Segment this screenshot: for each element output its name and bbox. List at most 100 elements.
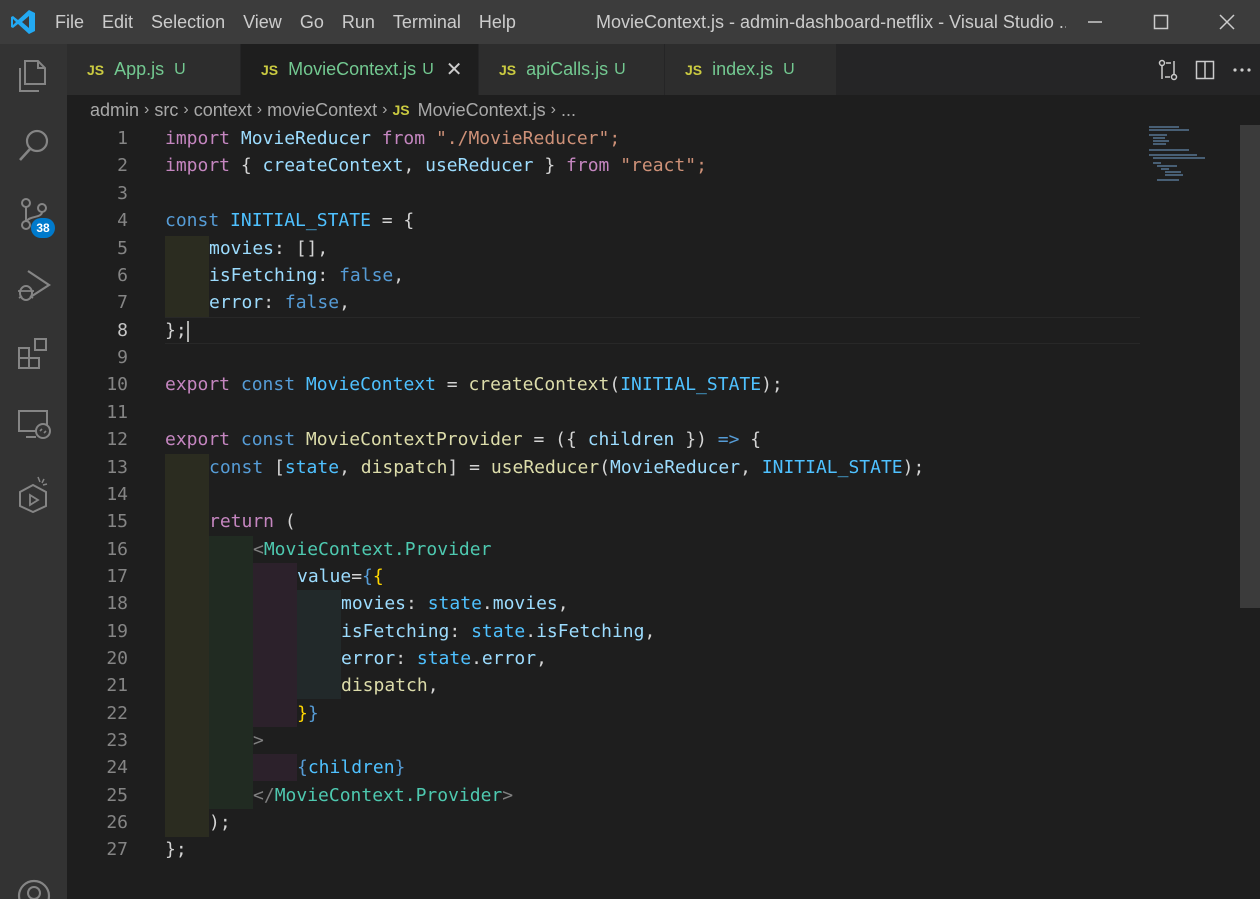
- account-icon: [17, 879, 50, 899]
- open-changes-button[interactable]: [1149, 44, 1186, 95]
- test-button[interactable]: [0, 462, 67, 526]
- extensions-button[interactable]: [0, 322, 67, 386]
- line-number: 12: [106, 429, 128, 450]
- line-number: 20: [106, 648, 128, 669]
- line-number: 26: [106, 812, 128, 833]
- menu-edit[interactable]: Edit: [93, 0, 142, 44]
- js-file-icon: JS: [499, 61, 517, 78]
- menu-run[interactable]: Run: [333, 0, 384, 44]
- chevron-right-icon: ›: [183, 101, 189, 118]
- line-number: 17: [106, 566, 128, 587]
- line-number: 7: [117, 292, 128, 313]
- search-icon: [18, 129, 48, 161]
- source-control-badge: 38: [31, 218, 55, 238]
- remote-explorer-icon: [17, 410, 51, 439]
- close-window-button[interactable]: [1194, 0, 1260, 44]
- minimize-button[interactable]: [1062, 0, 1128, 44]
- code-line: 7 error: false,: [67, 289, 1142, 316]
- menu-bar: File Edit Selection View Go Run Terminal…: [46, 0, 525, 44]
- code-line: 22}}: [67, 700, 1142, 727]
- window-title: MovieContext.js - admin-dashboard-netfli…: [596, 12, 1066, 32]
- line-number: 4: [117, 210, 128, 231]
- untracked-indicator: U: [614, 60, 626, 78]
- chevron-right-icon: ›: [382, 101, 388, 118]
- chevron-right-icon: ›: [144, 101, 150, 118]
- tab-label: index.js: [712, 59, 774, 79]
- breadcrumb-item[interactable]: src: [154, 100, 178, 121]
- code-line: 12 export const MovieContextProvider = ({…: [67, 426, 1142, 453]
- code-line: 18 movies: state.movies,: [67, 590, 1142, 617]
- menu-terminal[interactable]: Terminal: [384, 0, 470, 44]
- js-file-icon: JS: [261, 61, 279, 78]
- untracked-indicator: U: [783, 60, 795, 78]
- text-cursor: [187, 321, 189, 342]
- source-control-button[interactable]: [0, 182, 67, 246]
- code-line-current: 8};: [67, 317, 1142, 344]
- menu-help[interactable]: Help: [470, 0, 525, 44]
- code-editor[interactable]: 1 import MovieReducer from "./MovieReduce…: [67, 125, 1260, 899]
- breadcrumb-item[interactable]: admin: [90, 100, 139, 121]
- line-number: 19: [106, 621, 128, 642]
- menu-selection[interactable]: Selection: [142, 0, 234, 44]
- line-number: 18: [106, 593, 128, 614]
- editor-actions: [1149, 44, 1260, 95]
- menu-go[interactable]: Go: [291, 0, 333, 44]
- js-file-icon: JS: [87, 61, 105, 78]
- split-editor-icon: [1195, 60, 1214, 79]
- line-number: 2: [117, 155, 128, 176]
- line-number: 9: [117, 347, 128, 368]
- account-button[interactable]: [0, 864, 67, 899]
- explorer-icon: [18, 60, 46, 92]
- code-line: 25 </MovieContext.Provider>: [67, 782, 1142, 809]
- line-number: 24: [106, 757, 128, 778]
- code-line: 20 error: state.error,: [67, 645, 1142, 672]
- code-line: 4 const INITIAL_STATE = {: [67, 207, 1142, 234]
- js-file-icon: JS: [392, 102, 410, 118]
- search-button[interactable]: [0, 114, 67, 178]
- vscode-logo-icon: [0, 0, 46, 44]
- breadcrumb-item[interactable]: context: [194, 100, 252, 121]
- line-number: 13: [106, 457, 128, 478]
- untracked-indicator: U: [422, 60, 434, 78]
- code-line: 11: [67, 399, 1142, 426]
- line-number: 27: [106, 839, 128, 860]
- close-tab-icon[interactable]: ✕: [446, 57, 463, 82]
- chevron-right-icon: ›: [256, 101, 263, 118]
- code-line: 14: [67, 481, 1142, 508]
- breadcrumb-more[interactable]: ...: [561, 100, 576, 121]
- untracked-indicator: U: [174, 60, 186, 78]
- title-bar: File Edit Selection View Go Run Terminal…: [0, 0, 1260, 44]
- js-file-icon: JS: [685, 61, 703, 78]
- code-line: 15 return (: [67, 508, 1142, 535]
- line-number: 15: [106, 511, 128, 532]
- compare-changes-icon: [1158, 59, 1177, 80]
- code-line: 21 dispatch,: [67, 672, 1142, 699]
- minimap[interactable]: [1145, 125, 1240, 185]
- explorer-button[interactable]: [0, 44, 67, 108]
- chevron-right-icon: ›: [550, 101, 556, 118]
- menu-view[interactable]: View: [234, 0, 291, 44]
- close-icon: [1219, 14, 1235, 30]
- code-line: 23 >: [67, 727, 1142, 754]
- tab-index-js[interactable]: JS index.js U: [665, 44, 837, 95]
- more-actions-button[interactable]: [1223, 44, 1260, 95]
- tab-moviecontext-js[interactable]: JS MovieContext.js U ✕: [241, 44, 479, 95]
- menu-file[interactable]: File: [46, 0, 93, 44]
- tab-app-js[interactable]: JS App.js U: [67, 44, 241, 95]
- remote-explorer-button[interactable]: [0, 392, 67, 456]
- editor-tab-bar: JS App.js U JS MovieContext.js U ✕ JS ap…: [67, 44, 1260, 95]
- code-line: 27};: [67, 836, 1142, 863]
- run-debug-button[interactable]: [0, 253, 67, 317]
- extensions-icon: [17, 338, 47, 369]
- line-number: 21: [106, 675, 128, 696]
- more-icon: [1232, 67, 1251, 72]
- maximize-button[interactable]: [1128, 0, 1194, 44]
- split-editor-button[interactable]: [1186, 44, 1223, 95]
- vertical-scrollbar[interactable]: [1240, 125, 1260, 608]
- line-number: 25: [106, 785, 128, 806]
- breadcrumb-item[interactable]: movieContext: [267, 100, 377, 121]
- code-line: 16 <MovieContext.Provider: [67, 536, 1142, 563]
- breadcrumb-file[interactable]: MovieContext.js: [418, 100, 546, 121]
- tab-apicalls-js[interactable]: JS apiCalls.js U: [479, 44, 665, 95]
- line-number: 6: [117, 265, 128, 286]
